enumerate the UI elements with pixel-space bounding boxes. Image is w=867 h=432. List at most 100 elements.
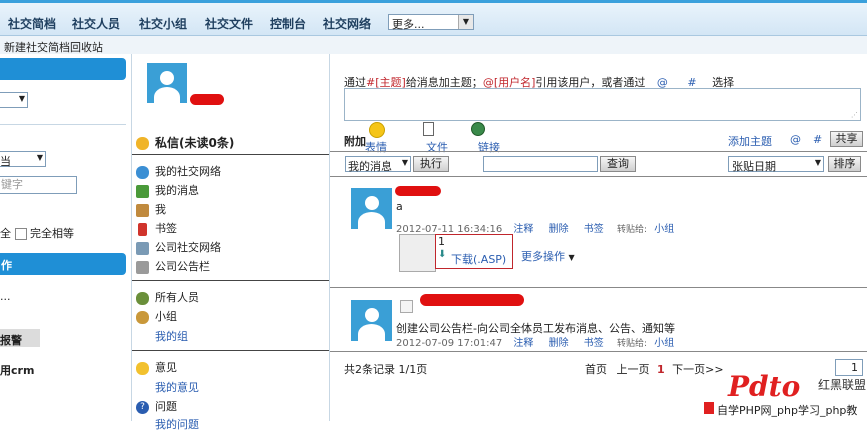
- more-actions-menu[interactable]: 更多操作 ▼: [521, 248, 575, 264]
- menu-group[interactable]: 小组: [136, 308, 177, 324]
- menu-my-social-network[interactable]: 我的社交网络: [136, 163, 221, 179]
- link-link[interactable]: 链接: [478, 139, 500, 155]
- menu-bookmarks[interactable]: 书签: [136, 220, 177, 236]
- divider: [330, 176, 867, 177]
- more-actions-label: 更多操作: [521, 250, 565, 263]
- menu-me[interactable]: 我: [136, 201, 166, 217]
- attachment-count: 1: [438, 235, 445, 248]
- post-meta: 2012-07-11 16:34:16 注释 删除 书签 转贴给: 小组: [396, 220, 674, 235]
- chevron-down-icon: ▼: [814, 158, 821, 167]
- sort-select[interactable]: 张贴日期 ▼: [728, 156, 824, 173]
- divider: [0, 124, 126, 125]
- private-message-item[interactable]: 私信(未读0条): [136, 134, 234, 151]
- alarm-badge: 报警: [0, 329, 40, 347]
- divider: [330, 151, 867, 152]
- watermark-flag-icon: [704, 402, 714, 414]
- nav-social-profile[interactable]: 社交简档: [8, 15, 56, 32]
- chevron-down-icon: ▼: [401, 158, 408, 167]
- left-keyword-placeholder: 键字: [1, 178, 23, 191]
- menu-my-opinion[interactable]: 我的意见: [155, 379, 199, 395]
- add-topic-link[interactable]: 添加主题: [728, 133, 772, 149]
- resize-grip-icon: ⋰: [851, 111, 858, 119]
- file-link[interactable]: 文件: [426, 139, 448, 155]
- delete-link[interactable]: 删除: [549, 224, 569, 235]
- profile-card-icon: [136, 203, 149, 217]
- chat-bubble-icon: [136, 137, 149, 150]
- menu-my-group[interactable]: 我的组: [155, 328, 188, 344]
- redacted-name: [190, 94, 224, 105]
- menu-all-people[interactable]: 所有人员: [136, 289, 199, 305]
- menu-my-messages[interactable]: 我的消息: [136, 182, 199, 198]
- execute-button[interactable]: 执行: [413, 156, 449, 172]
- sort-button[interactable]: 排序: [828, 156, 861, 172]
- redacted-author: [395, 186, 441, 196]
- watermark-brand: 红黑联盟: [818, 378, 867, 392]
- exact-match-row: 全 完全相等: [0, 225, 74, 241]
- attachment-box[interactable]: 1 ⬇ 下载(.ASP): [435, 234, 513, 269]
- message-filter-value: 我的消息: [348, 160, 392, 173]
- alarm-label: 报警: [0, 334, 22, 347]
- delete-link[interactable]: 删除: [549, 338, 569, 349]
- pagination: 首页 上一页 1 下一页>>: [585, 361, 724, 377]
- middle-panel: 私信(未读0条) 我的社交网络 我的消息 我 书签 公司社交网络 公司公告栏 所…: [132, 54, 330, 431]
- menu-label: 小组: [155, 310, 177, 323]
- message-filter-select[interactable]: 我的消息 ▼: [345, 156, 411, 173]
- emoji-link[interactable]: 表情: [365, 139, 387, 155]
- nav-social-people[interactable]: 社交人员: [72, 15, 120, 32]
- share-button[interactable]: 共享: [830, 131, 863, 147]
- menu-label: 意见: [155, 361, 177, 374]
- menu-label: 公司公告栏: [155, 260, 210, 273]
- compose-textarea[interactable]: ⋰: [344, 88, 861, 121]
- bookmark-link[interactable]: 书签: [584, 224, 604, 235]
- menu-company-network[interactable]: 公司社交网络: [136, 239, 221, 255]
- message-icon: [136, 184, 149, 198]
- comment-link[interactable]: 注释: [513, 224, 533, 235]
- page-number-input[interactable]: 1: [835, 359, 863, 376]
- menu-label: 问题: [155, 400, 177, 413]
- bookmark-icon: [138, 222, 147, 236]
- forward-target-link[interactable]: 小组: [654, 338, 674, 349]
- prev-page-link[interactable]: 上一页: [617, 363, 650, 376]
- sort-select-value: 张贴日期: [732, 160, 776, 173]
- menu-opinion[interactable]: 意见: [136, 359, 177, 375]
- post-avatar[interactable]: [351, 188, 392, 229]
- divider: [330, 287, 867, 288]
- left-keyword-input[interactable]: 键字: [0, 176, 77, 194]
- menu-my-question[interactable]: 我的问题: [155, 416, 199, 432]
- at-mention-link[interactable]: @: [790, 133, 801, 146]
- download-link[interactable]: 下载(.ASP): [451, 251, 506, 267]
- more-select[interactable]: 更多... ▼: [388, 14, 474, 31]
- more-select-value: 更多...: [392, 18, 425, 31]
- watermark-footer-text: 自学PHP网_php学习_php教: [717, 404, 858, 417]
- group-icon: [136, 310, 149, 324]
- globe-link-icon[interactable]: [471, 122, 485, 136]
- query-button[interactable]: 查询: [600, 156, 636, 172]
- exact-match-checkbox[interactable]: [14, 228, 27, 240]
- top-nav-bar: 社交简档 社交人员 社交小组 社交文件 控制台 社交网络 更多... ▼: [0, 0, 867, 36]
- smiley-icon[interactable]: [369, 122, 385, 138]
- forward-target-link[interactable]: 小组: [654, 224, 674, 235]
- divider: [132, 154, 329, 155]
- next-page-link[interactable]: 下一页>>: [672, 363, 723, 376]
- document-icon[interactable]: [423, 122, 434, 136]
- menu-question[interactable]: ? 问题: [136, 398, 177, 414]
- left-select-1[interactable]: ▼: [0, 92, 28, 108]
- first-page-link[interactable]: 首页: [585, 363, 607, 376]
- post-avatar[interactable]: [351, 300, 392, 341]
- bookmark-link[interactable]: 书签: [584, 338, 604, 349]
- avatar[interactable]: [147, 63, 187, 103]
- crm-label[interactable]: 用crm: [0, 362, 34, 378]
- download-icon: ⬇: [438, 249, 447, 260]
- nav-console[interactable]: 控制台: [270, 15, 306, 32]
- nav-social-network[interactable]: 社交网络: [323, 15, 371, 32]
- hashtag-link[interactable]: #: [813, 133, 822, 146]
- file-thumbnail[interactable]: [399, 234, 436, 272]
- comment-link[interactable]: 注释: [513, 338, 533, 349]
- nav-social-group[interactable]: 社交小组: [139, 15, 187, 32]
- left-filter-select[interactable]: 当 ▼: [0, 151, 46, 168]
- nav-social-files[interactable]: 社交文件: [205, 15, 253, 32]
- new-profile-recycle-link[interactable]: 新建社交简档回收站: [4, 39, 103, 55]
- menu-company-bulletin[interactable]: 公司公告栏: [136, 258, 210, 274]
- search-input[interactable]: [483, 156, 598, 172]
- checkbox[interactable]: [400, 300, 413, 313]
